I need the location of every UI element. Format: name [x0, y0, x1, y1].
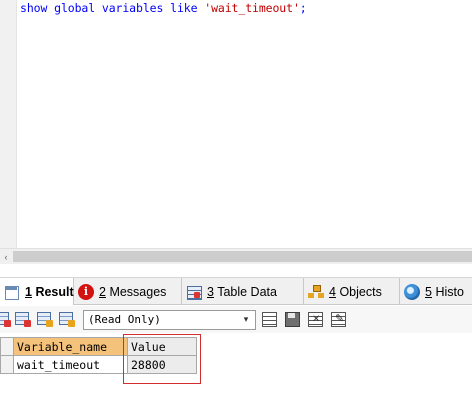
tab-objects-number: 4	[329, 284, 336, 299]
objects-icon	[308, 284, 324, 300]
result-grid-icon	[4, 284, 20, 300]
tab-table-data[interactable]: 3 Table Data	[182, 278, 304, 305]
table-data-icon	[186, 284, 202, 300]
read-only-select-value: (Read Only)	[88, 313, 161, 326]
tab-table-data-number: 3	[207, 284, 214, 299]
column-header-variable-name[interactable]: Variable_name	[13, 337, 128, 356]
export-button[interactable]	[14, 311, 31, 327]
chevron-down-icon[interactable]: ▾	[238, 312, 254, 328]
query-string-literal: 'wait_timeout'	[204, 1, 300, 15]
save-icon[interactable]	[284, 311, 300, 327]
tab-history[interactable]: 5 Histo	[400, 278, 472, 305]
red-badge-icon	[4, 320, 11, 327]
header-row: Variable_name Value	[0, 337, 197, 356]
cell-value[interactable]: 28800	[127, 355, 197, 374]
tab-result[interactable]: 1 Result	[0, 278, 74, 305]
tab-history-label: Histo	[435, 284, 464, 299]
orange-badge-icon	[68, 320, 75, 327]
copy-button[interactable]	[36, 311, 53, 327]
tab-messages-number: 2	[99, 284, 106, 299]
tab-result-number: 1	[25, 284, 32, 299]
table-row: wait_timeout 28800	[0, 355, 197, 374]
tab-result-label: Result	[35, 284, 74, 299]
column-header-value[interactable]: Value	[127, 337, 197, 356]
tab-history-number: 5	[425, 284, 432, 299]
read-only-select[interactable]: (Read Only) ▾	[83, 310, 256, 330]
tab-messages[interactable]: i 2 Messages	[74, 278, 182, 305]
query-terminator: ;	[299, 1, 307, 15]
tab-messages-label: Messages	[109, 284, 167, 299]
editor-horizontal-scrollbar[interactable]: ‹	[0, 248, 472, 264]
grid-view-button[interactable]	[0, 311, 11, 327]
sql-editor[interactable]: show global variables like 'wait_timeout…	[0, 0, 472, 248]
editor-gutter	[0, 0, 17, 248]
orange-badge-icon	[46, 320, 53, 327]
row-selector-header[interactable]	[0, 337, 14, 356]
tab-objects-label: Objects	[339, 284, 382, 299]
result-grid-toolbar: (Read Only) ▾	[0, 306, 472, 333]
result-tabs-bar: 1 Result i 2 Messages 3 Table Data 4 Obj…	[0, 277, 472, 305]
row-selector[interactable]	[0, 355, 14, 374]
cell-variable-name[interactable]: wait_timeout	[13, 355, 128, 374]
scrollbar-thumb[interactable]	[13, 251, 472, 262]
edit-row-icon[interactable]	[330, 311, 346, 327]
tab-table-data-label: Table Data	[217, 284, 277, 299]
info-icon: i	[78, 283, 94, 300]
query-keywords: show global variables like	[20, 1, 205, 15]
tab-objects[interactable]: 4 Objects	[304, 278, 400, 305]
delete-row-icon[interactable]	[307, 311, 323, 327]
form-view-icon[interactable]	[261, 311, 277, 327]
red-badge-icon	[24, 320, 31, 327]
query-line[interactable]: show global variables like 'wait_timeout…	[20, 1, 307, 15]
result-grid: Variable_name Value wait_timeout 28800	[0, 333, 472, 408]
result-table: Variable_name Value wait_timeout 28800	[0, 337, 197, 374]
scroll-left-arrow-icon[interactable]: ‹	[1, 251, 11, 263]
history-icon	[404, 283, 420, 300]
refresh-button[interactable]	[58, 311, 75, 327]
